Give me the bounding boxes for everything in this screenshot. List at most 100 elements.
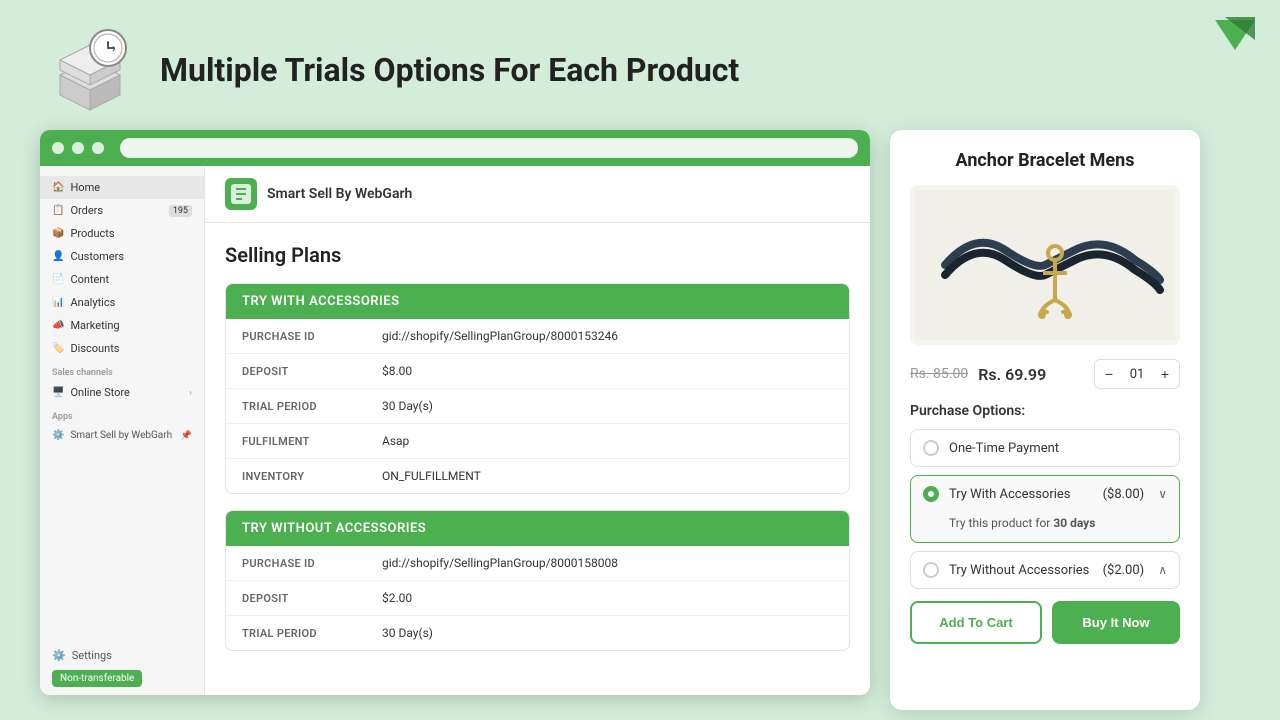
orders-icon: 📋 (52, 205, 64, 216)
label-fulfilment: FULFILMENT (226, 424, 366, 459)
marketing-icon: 📣 (52, 320, 64, 331)
content-icon: 📄 (52, 274, 64, 285)
sidebar-item-discounts[interactable]: 🏷️ Discounts (40, 337, 204, 360)
purchase-options-title: Purchase Options: (910, 403, 1180, 419)
apps-title: Apps (40, 404, 204, 425)
table-row: FULFILMENT Asap (226, 424, 849, 459)
svg-text:›: › (112, 41, 116, 55)
products-icon: 📦 (52, 228, 64, 239)
browser-dot-yellow (72, 142, 84, 154)
online-store-icon: 🖥️ (52, 387, 64, 398)
option-try-without-label: Try Without Accessories (949, 563, 1093, 578)
settings-item[interactable]: ⚙️ Settings (52, 645, 193, 666)
price-row: Rs. 85.00 Rs. 69.99 − 01 + (910, 359, 1180, 389)
option-try-with-label: Try With Accessories (949, 487, 1093, 502)
sidebar-item-products[interactable]: 📦 Products (40, 222, 204, 245)
browser-body: 🏠 Home 📋 Orders 195 📦 Products 👤 Custome… (40, 166, 870, 695)
page-header: › Multiple Trials Options For Each Produ… (0, 0, 1280, 130)
label-purchase-id-2: PURCHASE ID (226, 546, 366, 581)
option-try-with-price: ($8.00) (1103, 487, 1145, 502)
browser-titlebar (40, 130, 870, 166)
option-try-with-accessories[interactable]: Try With Accessories ($8.00) ∨ Try this … (910, 475, 1180, 543)
price-sale: Rs. 69.99 (978, 365, 1046, 384)
discounts-icon: 🏷️ (52, 343, 64, 354)
non-transferable-badge: Non-transferable (52, 670, 142, 687)
sidebar-products-label: Products (70, 227, 114, 240)
table-row: INVENTORY ON_FULFILLMENT (226, 459, 849, 494)
value-trial-2: 30 Day(s) (366, 616, 849, 651)
sidebar-item-online-store[interactable]: 🖥️ Online Store › (40, 381, 204, 404)
product-title: Anchor Bracelet Mens (910, 150, 1180, 171)
option-one-time-label: One-Time Payment (949, 441, 1167, 456)
value-trial: 30 Day(s) (366, 389, 849, 424)
quantity-control[interactable]: − 01 + (1094, 359, 1180, 389)
label-trial: TRIAL PERIOD (226, 389, 366, 424)
home-icon: 🏠 (52, 182, 64, 193)
label-trial-2: TRIAL PERIOD (226, 616, 366, 651)
content-area: Selling Plans TRY WITH ACCESSORIES PURCH… (205, 223, 870, 687)
analytics-icon: 📊 (52, 297, 64, 308)
sidebar-online-store-label: Online Store (70, 386, 129, 399)
page-title: Multiple Trials Options For Each Product (160, 51, 739, 89)
chevron-right-icon: › (189, 388, 192, 398)
settings-pin-icon: 📌 (181, 431, 192, 441)
main-content: 🏠 Home 📋 Orders 195 📦 Products 👤 Custome… (0, 130, 1280, 710)
trial-text: Try this product for 30 days (923, 512, 1167, 536)
option-one-time-payment[interactable]: One-Time Payment (910, 429, 1180, 467)
quantity-decrease-button[interactable]: − (1095, 360, 1123, 388)
chevron-up-icon: ∧ (1158, 563, 1167, 577)
buy-it-now-button[interactable]: Buy It Now (1052, 601, 1180, 644)
sidebar-item-analytics[interactable]: 📊 Analytics (40, 291, 204, 314)
main-panel: Smart Sell By WebGarh Selling Plans TRY … (205, 166, 870, 695)
sidebar-orders-label: Orders (70, 204, 103, 217)
sidebar-item-marketing[interactable]: 📣 Marketing (40, 314, 204, 337)
table-row: DEPOSIT $2.00 (226, 581, 849, 616)
header-illustration: › (40, 20, 140, 120)
sidebar-customers-label: Customers (70, 250, 124, 263)
value-fulfilment: Asap (366, 424, 849, 459)
orders-badge: 195 (169, 205, 192, 217)
radio-try-with (923, 486, 939, 502)
sidebar-item-customers[interactable]: 👤 Customers (40, 245, 204, 268)
label-purchase-id: PURCHASE ID (226, 319, 366, 354)
option-try-without-accessories[interactable]: Try Without Accessories ($2.00) ∧ (910, 551, 1180, 589)
chevron-down-icon: ∨ (1158, 487, 1167, 501)
top-right-logo (1210, 15, 1260, 55)
plan2-header: TRY WITHOUT ACCESSORIES (226, 511, 849, 546)
selling-plans-title: Selling Plans (225, 243, 850, 267)
quantity-increase-button[interactable]: + (1151, 360, 1179, 388)
option-try-without-price: ($2.00) (1103, 563, 1145, 578)
label-deposit-2: DEPOSIT (226, 581, 366, 616)
sidebar-item-home[interactable]: 🏠 Home (40, 176, 204, 199)
table-row: TRIAL PERIOD 30 Day(s) (226, 616, 849, 651)
add-to-cart-button[interactable]: Add To Cart (910, 601, 1042, 644)
sidebar: 🏠 Home 📋 Orders 195 📦 Products 👤 Custome… (40, 166, 205, 695)
value-deposit: $8.00 (366, 354, 849, 389)
plan1-table: PURCHASE ID gid://shopify/SellingPlanGro… (226, 319, 849, 493)
browser-addressbar (120, 138, 858, 158)
sales-channels-title: Sales channels (40, 360, 204, 381)
sidebar-content-label: Content (70, 273, 109, 286)
price-original: Rs. 85.00 (910, 366, 968, 382)
table-row: PURCHASE ID gid://shopify/SellingPlanGro… (226, 319, 849, 354)
sidebar-marketing-label: Marketing (70, 319, 119, 332)
sidebar-item-content[interactable]: 📄 Content (40, 268, 204, 291)
table-row: DEPOSIT $8.00 (226, 354, 849, 389)
browser-window: 🏠 Home 📋 Orders 195 📦 Products 👤 Custome… (40, 130, 870, 695)
radio-one-time (923, 440, 939, 456)
app-header: Smart Sell By WebGarh (205, 166, 870, 223)
sidebar-smart-sell-label: Smart Sell by WebGarh (70, 430, 172, 441)
sidebar-item-smart-sell[interactable]: ⚙️ Smart Sell by WebGarh 📌 (40, 425, 204, 446)
value-purchase-id-2: gid://shopify/SellingPlanGroup/800015800… (366, 546, 849, 581)
sidebar-analytics-label: Analytics (70, 296, 115, 309)
plan1-header: TRY WITH ACCESSORIES (226, 284, 849, 319)
product-image (910, 185, 1180, 345)
plan-card-1: TRY WITH ACCESSORIES PURCHASE ID gid://s… (225, 283, 850, 494)
app-logo (225, 178, 257, 210)
sidebar-item-orders[interactable]: 📋 Orders 195 (40, 199, 204, 222)
smart-sell-icon: ⚙️ (52, 430, 64, 441)
table-row: PURCHASE ID gid://shopify/SellingPlanGro… (226, 546, 849, 581)
option-row: Try With Accessories ($8.00) ∨ (923, 486, 1167, 502)
app-name: Smart Sell By WebGarh (267, 186, 412, 202)
table-row: TRIAL PERIOD 30 Day(s) (226, 389, 849, 424)
